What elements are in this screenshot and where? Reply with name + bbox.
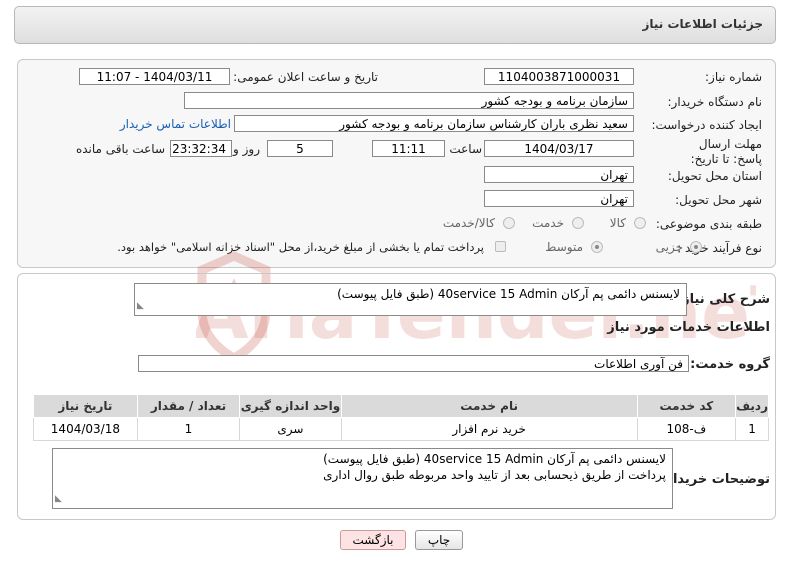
need-number-field: 1104003871000031 — [484, 68, 634, 85]
services-table: ردیف کد خدمت نام خدمت واحد اندازه گیری ت… — [33, 394, 769, 441]
quantity-cell: 1 — [136, 417, 241, 441]
page-title: جزئیات اطلاعات نیاز — [642, 17, 763, 31]
back-button[interactable]: بازگشت — [340, 530, 406, 550]
row-number-cell: 1 — [735, 417, 769, 441]
page-header: جزئیات اطلاعات نیاز — [14, 6, 776, 44]
deadline-date-field: 1404/03/17 — [484, 140, 634, 157]
need-number-label: شماره نیاز: — [705, 70, 762, 84]
province-label: استان محل تحویل: — [667, 169, 762, 183]
category-option-goods-service: کالا/خدمت — [442, 216, 495, 230]
buyer-notes-textarea: لایسنس دائمی پم آرکان 40service 15 Admin… — [52, 448, 673, 509]
resize-grip-icon[interactable]: ◢ — [55, 491, 62, 507]
announce-label: تاریخ و ساعت اعلان عمومی: — [233, 70, 378, 84]
service-group-label: گروه خدمت: — [690, 357, 770, 372]
services-section-title: اطلاعات خدمات مورد نیاز — [607, 320, 770, 335]
unit-cell: سری — [239, 417, 342, 441]
resize-grip-icon[interactable]: ◢ — [137, 298, 144, 314]
summary-textarea: لایسنس دائمی پم آرکان 40service 15 Admin… — [134, 283, 687, 316]
col-code-header: کد خدمت — [636, 394, 737, 418]
summary-text: لایسنس دائمی پم آرکان 40service 15 Admin… — [337, 287, 680, 301]
service-code-cell: ف-108 — [636, 417, 737, 441]
remaining-label: ساعت باقی مانده — [75, 142, 165, 156]
buyer-field: سازمان برنامه و بودجه کشور — [184, 92, 634, 109]
city-field: تهران — [484, 190, 634, 207]
creator-field: سعید نظری باران کارشناس سازمان برنامه و … — [234, 115, 634, 132]
services-table-header: ردیف کد خدمت نام خدمت واحد اندازه گیری ت… — [33, 394, 769, 418]
deadline-label: مهلت ارسال پاسخ: تا تاریخ: — [690, 137, 762, 166]
remaining-time-field: 23:32:34 — [170, 140, 232, 157]
table-row: 1 ف-108 خرید نرم افزار سری 1 1404/03/18 — [33, 417, 769, 441]
category-radio-goods-service[interactable] — [503, 217, 515, 229]
creator-label: ایجاد کننده درخواست: — [651, 118, 762, 132]
category-label: طبقه بندی موضوعی: — [655, 217, 762, 231]
buyer-notes-line-1: لایسنس دائمی پم آرکان 40service 15 Admin… — [323, 452, 666, 466]
buyer-notes-line-2: پرداخت از طریق ذیحسابی بعد از تایید واحد… — [323, 468, 666, 482]
province-field: تهران — [484, 166, 634, 183]
col-unit-header: واحد اندازه گیری — [239, 394, 342, 418]
col-date-header: تاریخ نیاز — [33, 394, 138, 418]
deadline-time-field: 11:11 — [372, 140, 445, 157]
category-radio-service[interactable] — [572, 217, 584, 229]
need-date-cell: 1404/03/18 — [33, 417, 138, 441]
announce-field: 1404/03/11 - 11:07 — [79, 68, 230, 85]
need-details-panel — [17, 59, 776, 268]
category-option-goods: کالا — [609, 216, 626, 230]
category-option-service: خدمت — [532, 216, 564, 230]
service-group-field: فن آوری اطلاعات — [138, 355, 689, 372]
contact-info-link[interactable]: اطلاعات تماس خریدار — [120, 117, 231, 131]
service-name-cell: خرید نرم افزار — [340, 417, 638, 441]
print-button[interactable]: چاپ — [415, 530, 463, 550]
buyer-notes-label: توضیحات خریدار: — [660, 472, 770, 487]
col-row-header: ردیف — [735, 394, 769, 418]
city-label: شهر محل تحویل: — [675, 193, 762, 207]
days-field: 5 — [267, 140, 333, 157]
category-radio-goods[interactable] — [634, 217, 646, 229]
summary-label: شرح کلی نیاز: — [676, 292, 770, 307]
buyer-label: نام دستگاه خریدار: — [667, 95, 763, 109]
deadline-time-label: ساعت — [449, 142, 482, 156]
days-label: روز و — [233, 142, 260, 156]
col-qty-header: تعداد / مقدار — [136, 394, 241, 418]
col-name-header: نام خدمت — [340, 394, 638, 418]
